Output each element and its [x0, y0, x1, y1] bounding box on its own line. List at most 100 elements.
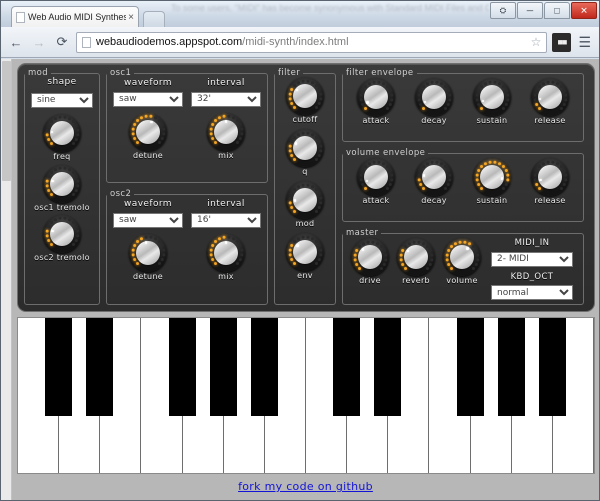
knob-venv-attack[interactable]: attack	[353, 158, 399, 205]
filter-q-knob[interactable]	[286, 129, 324, 167]
knob-led	[447, 97, 451, 101]
scrollbar-thumb[interactable]	[2, 61, 11, 181]
knob-master-reverb[interactable]: reverb	[393, 238, 439, 285]
piano-black-key[interactable]	[168, 318, 196, 416]
maximize-button[interactable]: □	[544, 2, 570, 19]
bookmark-star-icon[interactable]: ☆	[531, 35, 542, 49]
piano-black-key[interactable]	[538, 318, 566, 416]
knob-led	[49, 242, 53, 246]
midi-in-select[interactable]: 1- MIDI2- MIDI	[491, 251, 573, 267]
knob-led	[301, 131, 305, 135]
knob-led	[310, 184, 314, 188]
knob-venv-decay[interactable]: decay	[411, 158, 457, 205]
knob-led	[235, 119, 239, 123]
osc1-mix-knob[interactable]	[207, 112, 245, 151]
piano-black-key[interactable]	[456, 318, 484, 416]
reload-button[interactable]: ⟳	[53, 33, 71, 51]
osc2-waveform-select[interactable]: sinesquaresawtriangle	[113, 212, 183, 228]
knob-mod-freq[interactable]: freq	[25, 113, 99, 161]
knob-led	[559, 164, 563, 168]
knob-filter-q[interactable]: q	[275, 129, 335, 176]
piano-black-key[interactable]	[497, 318, 525, 416]
knob-led	[562, 88, 566, 92]
knob-filter-cutoff[interactable]: cutoff	[275, 77, 335, 124]
knob-filter-mod[interactable]: mod	[275, 181, 335, 228]
knob-mod-osc1-tremolo[interactable]: osc1 tremolo	[25, 164, 99, 212]
osc2-detune-knob[interactable]	[129, 233, 167, 272]
master-drive-knob[interactable]	[351, 238, 389, 276]
browser-tab[interactable]: Web Audio MIDI Synthesi ×	[11, 6, 139, 27]
knob-led	[467, 241, 471, 245]
minimize-button[interactable]: ─	[517, 2, 543, 19]
knob-led	[425, 244, 429, 248]
knob-mod-osc2-tremolo[interactable]: osc2 tremolo	[25, 214, 99, 262]
fenv-release-knob[interactable]	[531, 78, 569, 116]
knob-led	[45, 133, 49, 137]
osc1-detune-knob[interactable]	[129, 112, 167, 151]
venv-decay-knob[interactable]	[415, 158, 453, 196]
knob-master-volume[interactable]: volume	[439, 238, 485, 285]
piano-black-key[interactable]	[333, 318, 361, 416]
knob-led	[288, 252, 292, 256]
section-volume-envelope: volume envelope attack decay sustain rel…	[342, 148, 584, 222]
venv-sustain-knob[interactable]	[473, 158, 511, 196]
vertical-scrollbar[interactable]	[1, 59, 12, 500]
filter-env-knob[interactable]	[286, 233, 324, 271]
knob-fenv-decay[interactable]: decay	[411, 78, 457, 125]
knob-led	[555, 161, 559, 165]
osc1-interval-select[interactable]: 32'16'8'4'2'	[191, 91, 261, 107]
knob-master-drive[interactable]: drive	[347, 238, 393, 285]
forward-button[interactable]: →	[30, 33, 48, 51]
fenv-attack-knob[interactable]	[357, 78, 395, 116]
knob-led	[292, 105, 296, 109]
piano-black-key[interactable]	[45, 318, 73, 416]
osc2-mix-knob[interactable]	[207, 233, 245, 272]
osc2-interval-select[interactable]: 32'16'8'4'2'	[191, 212, 261, 228]
knob-venv-sustain[interactable]: sustain	[469, 158, 515, 205]
venv-attack-knob[interactable]	[357, 158, 395, 196]
fenv-decay-knob[interactable]	[415, 78, 453, 116]
address-bar[interactable]: webaudiodemos.appspot.com/midi-synth/ind…	[76, 31, 548, 53]
knob-led	[428, 248, 432, 252]
new-tab-button[interactable]	[143, 11, 165, 27]
knob-led	[75, 133, 79, 137]
piano-black-key[interactable]	[86, 318, 114, 416]
extension-button[interactable]: ■■	[552, 32, 572, 52]
back-button[interactable]: ←	[7, 33, 25, 51]
fenv-sustain-knob[interactable]	[473, 78, 511, 116]
close-icon[interactable]: ×	[128, 12, 134, 23]
knob-fenv-sustain[interactable]: sustain	[469, 78, 515, 125]
filter-mod-knob[interactable]	[286, 181, 324, 219]
knob-led	[49, 141, 53, 145]
piano-keyboard[interactable]	[17, 317, 595, 474]
piano-black-key[interactable]	[250, 318, 278, 416]
knob-led	[318, 196, 322, 200]
section-volume-envelope-legend: volume envelope	[346, 148, 426, 158]
master-reverb-knob[interactable]	[397, 238, 435, 276]
knob-led	[292, 83, 296, 87]
master-volume-knob[interactable]	[443, 238, 481, 276]
github-link[interactable]: fork my code on github	[238, 480, 373, 493]
pin-window-button[interactable]: ⛭	[490, 2, 516, 19]
knob-fenv-attack[interactable]: attack	[353, 78, 399, 125]
mod-osc1-tremolo-knob[interactable]	[43, 164, 81, 203]
mod-freq-knob[interactable]	[43, 113, 81, 152]
venv-release-knob[interactable]	[531, 158, 569, 196]
piano-black-key[interactable]	[374, 318, 402, 416]
knob-venv-release[interactable]: release	[527, 158, 573, 205]
knob-led	[46, 224, 50, 228]
knob-led	[559, 106, 563, 110]
knob-fenv-release[interactable]: release	[527, 78, 573, 125]
osc1-waveform-select[interactable]: sinesquaresawtriangle	[113, 91, 183, 107]
kbd-oct-select[interactable]: lownormalhigh	[491, 285, 573, 300]
knob-led	[74, 189, 78, 193]
close-window-button[interactable]: ✕	[571, 2, 597, 19]
knob-filter-env[interactable]: env	[275, 233, 335, 280]
mod-shape-select[interactable]: sinesquaresawtoothtriangle	[31, 92, 93, 108]
browser-menu-button[interactable]: ☰	[576, 34, 593, 51]
piano-black-key[interactable]	[209, 318, 237, 416]
filter-cutoff-knob[interactable]	[286, 77, 324, 115]
mod-osc2-tremolo-knob[interactable]	[43, 214, 81, 253]
knob-led	[75, 128, 79, 132]
knob-led	[379, 244, 383, 248]
